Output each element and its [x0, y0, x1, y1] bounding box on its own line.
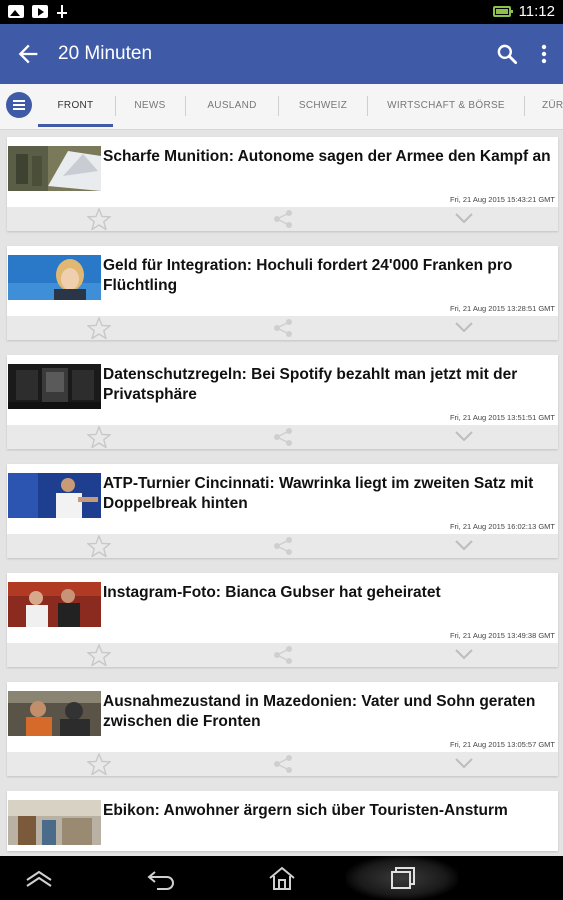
article-actions: [7, 534, 558, 558]
system-navigation-bar: [0, 856, 563, 900]
chevron-down-icon[interactable]: [453, 428, 475, 444]
tab-wirtschaft-boerse[interactable]: WIRTSCHAFT & BÖRSE: [370, 84, 522, 127]
article-timestamp: Fri, 21 Aug 2015 16:02:13 GMT: [449, 522, 555, 531]
tab-news[interactable]: NEWS: [118, 84, 182, 127]
share-icon[interactable]: [272, 318, 294, 338]
chevron-down-icon[interactable]: [453, 319, 475, 335]
article-actions: [7, 643, 558, 667]
tab-divider: [524, 96, 525, 116]
article-thumbnail: [8, 582, 101, 627]
star-icon[interactable]: [87, 644, 111, 666]
article-thumbnail: [8, 364, 101, 409]
clock: 11:12: [518, 3, 555, 20]
usb-icon: [56, 5, 68, 18]
article-thumbnail: [8, 255, 101, 300]
star-icon[interactable]: [87, 208, 111, 230]
star-icon[interactable]: [87, 317, 111, 339]
tab-divider: [278, 96, 279, 116]
chevron-down-icon[interactable]: [453, 755, 475, 771]
recent-apps-icon[interactable]: [385, 864, 419, 892]
app-title: 20 Minuten: [58, 43, 153, 64]
share-icon[interactable]: [272, 645, 294, 665]
back-icon[interactable]: [145, 864, 179, 892]
share-icon[interactable]: [272, 536, 294, 556]
tab-divider: [185, 96, 186, 116]
article-title[interactable]: Ausnahmezustand in Mazedonien: Vater und…: [103, 692, 553, 732]
share-icon[interactable]: [272, 427, 294, 447]
tab-zuerich[interactable]: ZÜR: [528, 84, 563, 127]
share-icon[interactable]: [272, 754, 294, 774]
article-card[interactable]: Ausnahmezustand in Mazedonien: Vater und…: [7, 682, 558, 776]
article-card[interactable]: Geld für Integration: Hochuli fordert 24…: [7, 246, 558, 340]
article-card[interactable]: Datenschutzregeln: Bei Spotify bezahlt m…: [7, 355, 558, 449]
more-vert-icon[interactable]: [534, 41, 554, 67]
app-bar: 20 Minuten: [0, 24, 563, 84]
youtube-icon: [32, 5, 48, 18]
notification-icons: [8, 5, 68, 18]
article-actions: [7, 207, 558, 231]
article-title[interactable]: Instagram-Foto: Bianca Gubser hat geheir…: [103, 583, 553, 603]
chevron-down-icon[interactable]: [453, 210, 475, 226]
category-tabs: FRONT NEWS AUSLAND SCHWEIZ WIRTSCHAFT & …: [0, 84, 563, 130]
article-thumbnail: [8, 800, 101, 845]
article-thumbnail: [8, 473, 101, 518]
article-title[interactable]: Datenschutzregeln: Bei Spotify bezahlt m…: [103, 365, 553, 405]
article-timestamp: Fri, 21 Aug 2015 13:28:51 GMT: [449, 304, 555, 313]
article-timestamp: Fri, 21 Aug 2015 15:43:21 GMT: [449, 195, 555, 204]
article-timestamp: Fri, 21 Aug 2015 13:05:57 GMT: [449, 740, 555, 749]
search-icon[interactable]: [494, 41, 520, 67]
menu-up-icon[interactable]: [22, 864, 56, 892]
article-card[interactable]: Scharfe Munition: Autonome sagen der Arm…: [7, 137, 558, 231]
article-card[interactable]: Instagram-Foto: Bianca Gubser hat geheir…: [7, 573, 558, 667]
battery-icon: [492, 6, 513, 17]
star-icon[interactable]: [87, 426, 111, 448]
article-title[interactable]: Scharfe Munition: Autonome sagen der Arm…: [103, 147, 553, 167]
article-timestamp: Fri, 21 Aug 2015 13:49:38 GMT: [449, 631, 555, 640]
gallery-icon: [8, 5, 24, 18]
article-actions: [7, 316, 558, 340]
article-actions: [7, 752, 558, 776]
hamburger-menu-icon[interactable]: [6, 92, 32, 118]
arrow-back-icon[interactable]: [14, 40, 42, 68]
article-title[interactable]: Geld für Integration: Hochuli fordert 24…: [103, 256, 553, 296]
share-icon[interactable]: [272, 209, 294, 229]
article-title[interactable]: ATP-Turnier Cincinnati: Wawrinka liegt i…: [103, 474, 553, 514]
home-icon[interactable]: [265, 864, 299, 892]
tab-front[interactable]: FRONT: [38, 84, 113, 127]
article-thumbnail: [8, 691, 101, 736]
star-icon[interactable]: [87, 535, 111, 557]
article-actions: [7, 425, 558, 449]
tab-divider: [367, 96, 368, 116]
article-card[interactable]: Ebikon: Anwohner ärgern sich über Touris…: [7, 791, 558, 851]
article-card[interactable]: ATP-Turnier Cincinnati: Wawrinka liegt i…: [7, 464, 558, 558]
article-title[interactable]: Ebikon: Anwohner ärgern sich über Touris…: [103, 801, 553, 821]
star-icon[interactable]: [87, 753, 111, 775]
article-timestamp: Fri, 21 Aug 2015 13:51:51 GMT: [449, 413, 555, 422]
tab-ausland[interactable]: AUSLAND: [188, 84, 276, 127]
tab-schweiz[interactable]: SCHWEIZ: [281, 84, 365, 127]
article-thumbnail: [8, 146, 101, 191]
tab-divider: [115, 96, 116, 116]
status-bar: 11:12: [0, 0, 563, 24]
chevron-down-icon[interactable]: [453, 537, 475, 553]
chevron-down-icon[interactable]: [453, 646, 475, 662]
